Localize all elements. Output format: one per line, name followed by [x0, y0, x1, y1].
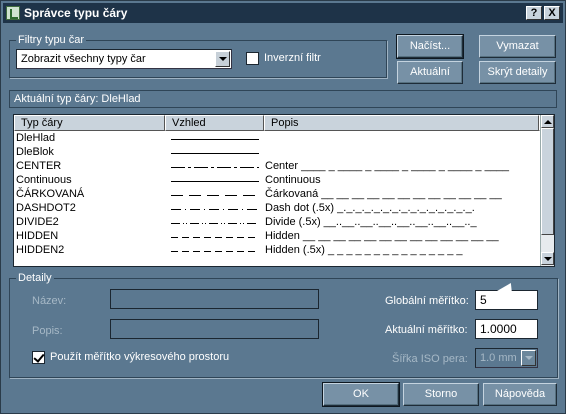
- linetype-preview: [171, 237, 259, 238]
- linetype-preview: [171, 251, 259, 252]
- paper-space-scale-checkbox[interactable]: [32, 351, 45, 364]
- set-current-button[interactable]: Aktuální: [397, 61, 463, 84]
- cancel-button[interactable]: Storno: [403, 383, 479, 406]
- current-scale-label: Aktuální měřítko:: [385, 324, 468, 336]
- table-row[interactable]: Continuous Continuous: [14, 174, 539, 188]
- scroll-thumb[interactable]: [541, 128, 554, 235]
- help-button[interactable]: Nápověda: [483, 383, 557, 406]
- window-title: Správce typu čáry: [24, 6, 128, 20]
- column-header-appearance[interactable]: Vzhled: [165, 115, 264, 131]
- table-row[interactable]: HIDDEN Hidden __ __ __ __ __ __ __ __ __ …: [14, 230, 539, 244]
- linetype-preview: [171, 223, 259, 224]
- load-button[interactable]: Načíst...: [396, 34, 464, 59]
- linetype-name: HIDDEN2: [16, 244, 65, 256]
- linetype-description: Continuous: [265, 174, 321, 186]
- ok-button[interactable]: OK: [322, 382, 400, 407]
- column-header-description[interactable]: Popis: [264, 115, 539, 131]
- iso-pen-width-select[interactable]: 1.0 mm: [475, 348, 538, 368]
- linetype-preview: [171, 167, 259, 168]
- close-button[interactable]: X: [544, 6, 560, 20]
- app-icon: [6, 6, 20, 20]
- table-row[interactable]: DleBlok: [14, 146, 539, 160]
- linetype-preview: [171, 195, 259, 196]
- scroll-up-icon[interactable]: [541, 115, 554, 128]
- linetype-name: HIDDEN: [16, 230, 59, 242]
- current-linetype: Aktuální typ čáry: DleHlad: [9, 90, 557, 108]
- iso-pen-width-label: Šířka ISO pera:: [392, 353, 468, 365]
- filter-select-value: Zobrazit všechny typy čar: [21, 53, 146, 65]
- linetype-preview: [171, 209, 259, 210]
- description-label: Popis:: [32, 325, 63, 337]
- linetype-preview: [171, 153, 259, 154]
- linetype-name: Continuous: [16, 174, 72, 186]
- linetype-preview: [171, 181, 259, 182]
- linetype-description: Divide (.5x) __..__..__..__..__..__..__.…: [265, 216, 477, 228]
- paper-space-scale-label: Použít měřítko výkresového prostoru: [50, 351, 230, 363]
- description-field[interactable]: [110, 319, 319, 339]
- linetype-name: CENTER: [16, 160, 62, 172]
- linetype-name: DleHlad: [16, 132, 56, 144]
- table-row[interactable]: CENTER Center ____ _ ____ _ ____ _ ____ _…: [14, 160, 539, 174]
- hide-details-button[interactable]: Skrýt detaily: [479, 61, 556, 84]
- chevron-down-icon[interactable]: [215, 51, 230, 67]
- table-row[interactable]: ČÁRKOVANÁ Čárkovaná __ __ __ __ __ __ __ …: [14, 188, 539, 202]
- linetype-name: DIVIDE2: [16, 216, 59, 228]
- list-scrollbar[interactable]: [540, 115, 554, 266]
- iso-pen-width-value: 1.0 mm: [480, 352, 517, 364]
- details-legend: Detaily: [16, 272, 54, 284]
- linetype-description: Čárkovaná __ __ __ __ __ __ __ __ __ __ …: [265, 188, 502, 200]
- linetype-name: ČÁRKOVANÁ: [16, 188, 85, 200]
- scroll-down-icon[interactable]: [541, 252, 554, 265]
- details-group: Detaily Název: Popis: Použít měřítko výk…: [9, 272, 558, 378]
- linetype-manager-dialog: Správce typu čáry ? X Filtry typu čar Zo…: [0, 0, 566, 414]
- linetype-description: Hidden (.5x) _ _ _ _ _ _ _ _ _ _ _ _ _ _…: [265, 244, 463, 256]
- table-row[interactable]: DIVIDE2 Divide (.5x) __..__..__..__..__..…: [14, 216, 539, 230]
- global-scale-label: Globální měřítko:: [385, 295, 469, 307]
- filter-select[interactable]: Zobrazit všechny typy čar: [16, 49, 232, 69]
- table-row[interactable]: HIDDEN2 Hidden (.5x) _ _ _ _ _ _ _ _ _ _ …: [14, 244, 539, 258]
- table-row[interactable]: DASHDOT2 Dash dot (.5x) _._._._._._._._._…: [14, 202, 539, 216]
- help-title-button[interactable]: ?: [526, 6, 542, 20]
- invert-filter-checkbox[interactable]: [246, 52, 259, 65]
- linetype-list[interactable]: Typ čáry Vzhled Popis DleHlad DleBlok CENT…: [13, 114, 555, 267]
- delete-button[interactable]: Vymazat: [479, 35, 556, 58]
- name-label: Název:: [32, 295, 67, 307]
- linetype-name: DleBlok: [16, 146, 54, 158]
- table-row[interactable]: DleHlad: [14, 132, 539, 146]
- chevron-down-icon[interactable]: [521, 350, 536, 366]
- current-scale-input[interactable]: 1.0000: [475, 319, 538, 339]
- column-header-name[interactable]: Typ čáry: [14, 115, 165, 131]
- filters-legend: Filtry typu čar: [16, 34, 87, 46]
- invert-filter-label: Inverzní filtr: [264, 52, 321, 64]
- linetype-preview: [171, 139, 259, 140]
- linetype-name: DASHDOT2: [16, 202, 76, 214]
- linetype-description: Dash dot (.5x) _._._._._._._._._._._._._…: [265, 202, 475, 214]
- linetype-description: Center ____ _ ____ _ ____ _ ____ _ ____ …: [265, 160, 510, 172]
- linetype-description: Hidden __ __ __ __ __ __ __ __ __ __ __ …: [265, 230, 499, 242]
- name-field[interactable]: [110, 289, 319, 309]
- filters-group: Filtry typu čar Zobrazit všechny typy ča…: [9, 34, 387, 78]
- title-bar: Správce typu čáry ? X: [3, 3, 563, 23]
